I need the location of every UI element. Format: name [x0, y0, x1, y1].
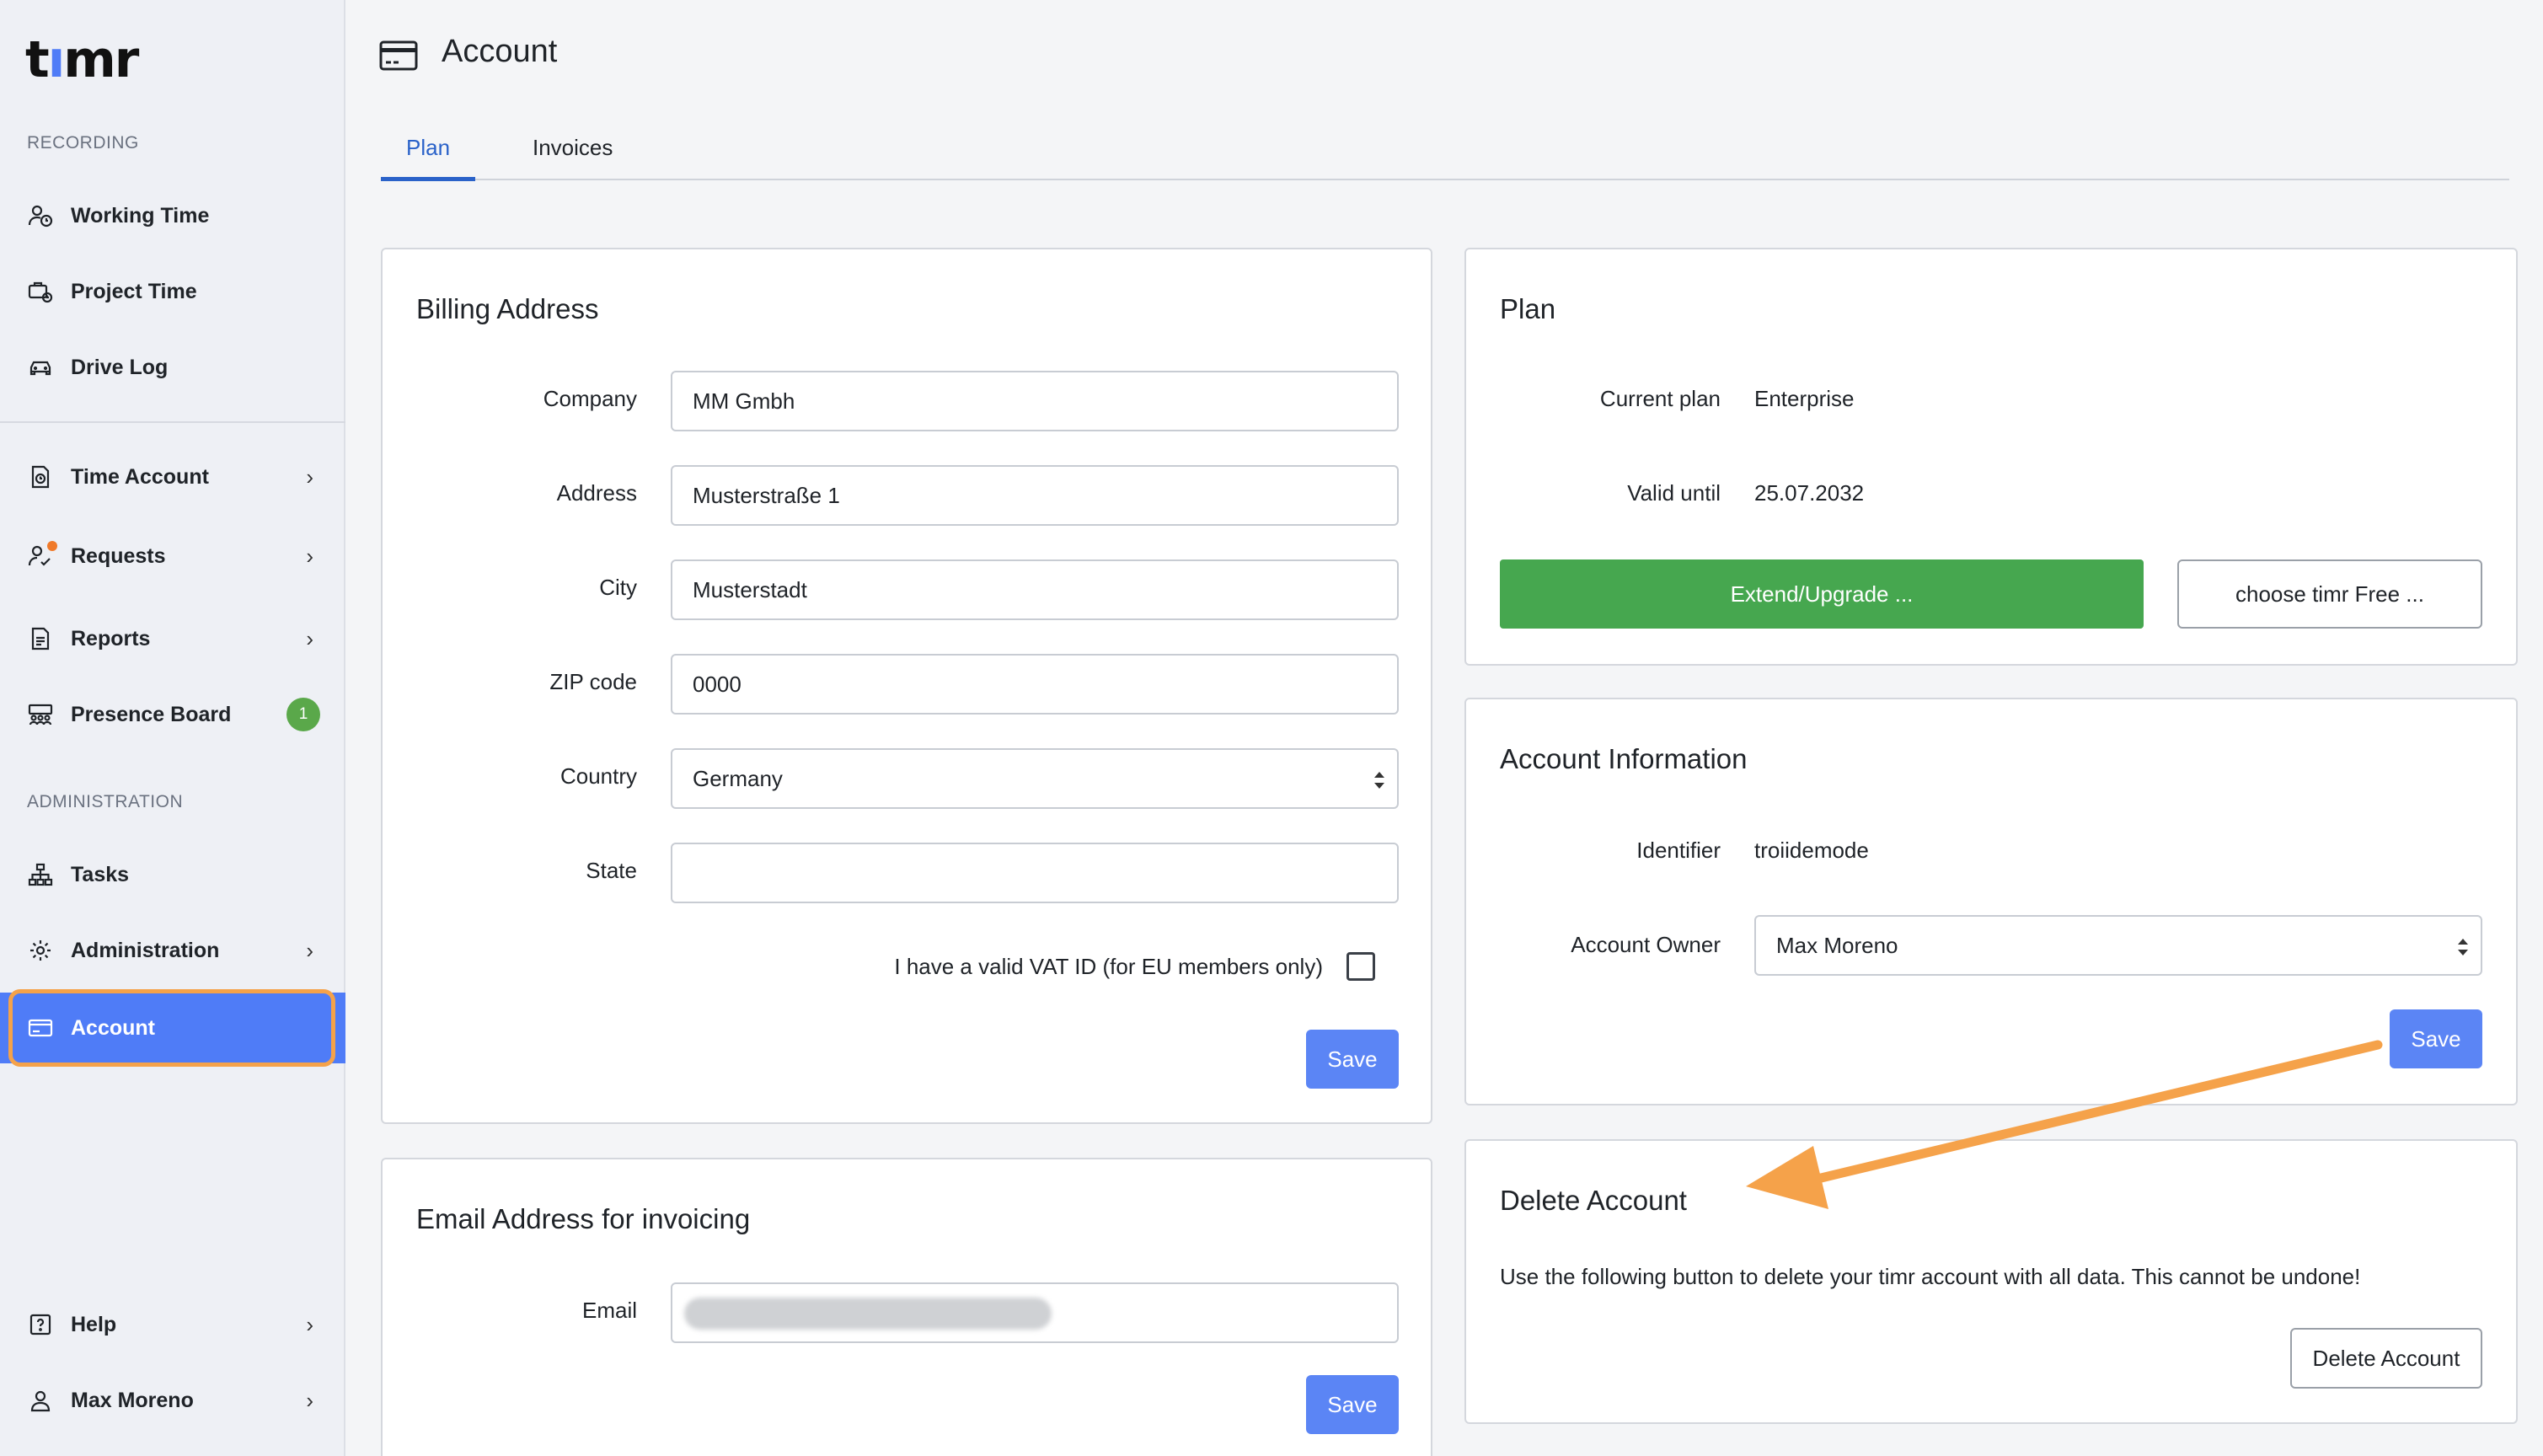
- sidebar-item-label: Time Account: [71, 464, 209, 489]
- address-input[interactable]: Musterstraße 1: [671, 465, 1399, 526]
- choose-free-button[interactable]: choose timr Free ...: [2177, 559, 2482, 629]
- sidebar-item-administration[interactable]: Administration ›: [0, 917, 345, 984]
- sidebar-item-presence-board[interactable]: Presence Board 1: [0, 681, 345, 748]
- sidebar-item-help[interactable]: Help ›: [0, 1291, 345, 1358]
- sidebar-item-label: Presence Board: [71, 702, 232, 726]
- delete-account-button[interactable]: Delete Account: [2290, 1328, 2482, 1389]
- sidebar-item-label: Requests: [71, 543, 166, 568]
- company-label: Company: [543, 386, 637, 411]
- sidebar-item-requests[interactable]: Requests ›: [0, 522, 345, 590]
- report-icon: [27, 625, 54, 652]
- annotation-arrow: [1746, 1040, 2383, 1209]
- sidebar-item-account[interactable]: Account: [0, 993, 345, 1063]
- identifier-value: troiidemode: [1754, 838, 1869, 863]
- notification-dot: [47, 541, 57, 551]
- chevron-right-icon: ›: [306, 1311, 313, 1337]
- city-input[interactable]: Musterstadt: [671, 559, 1399, 620]
- chevron-right-icon: ›: [306, 1387, 313, 1413]
- account-owner-select[interactable]: Max Moreno: [1754, 915, 2482, 976]
- card-title: Billing Address: [416, 293, 599, 324]
- chevron-right-icon: ›: [306, 543, 313, 569]
- sidebar-item-label: Account: [71, 1015, 155, 1040]
- vat-id-checkbox[interactable]: [1346, 952, 1375, 981]
- sidebar: tımr RECORDING Working Time Project Time…: [0, 0, 345, 1456]
- identifier-label: Identifier: [1636, 838, 1721, 863]
- document-clock-icon: [27, 463, 54, 490]
- section-label-administration: ADMINISTRATION: [27, 792, 184, 811]
- help-icon: [27, 1311, 54, 1338]
- sidebar-item-label: Project Time: [71, 279, 197, 303]
- sidebar-item-label: Administration: [71, 938, 220, 962]
- state-label: State: [586, 858, 637, 883]
- sidebar-item-label: Drive Log: [71, 355, 169, 379]
- valid-until-value: 25.07.2032: [1754, 480, 1865, 506]
- user-clock-icon: [27, 202, 54, 229]
- tab-invoices[interactable]: Invoices: [533, 135, 613, 161]
- sidebar-item-user-profile[interactable]: Max Moreno ›: [0, 1367, 345, 1434]
- chevron-right-icon: ›: [306, 625, 313, 651]
- sidebar-item-label: Working Time: [71, 203, 210, 228]
- sidebar-item-label: Help: [71, 1312, 117, 1336]
- sidebar-item-project-time[interactable]: Project Time: [0, 258, 345, 325]
- select-arrows-icon: [2458, 939, 2468, 956]
- card-title: Plan: [1500, 293, 1556, 324]
- city-label: City: [599, 575, 637, 600]
- billing-save-button[interactable]: Save: [1306, 1030, 1399, 1089]
- briefcase-clock-icon: [27, 278, 54, 305]
- sidebar-item-label: Max Moreno: [71, 1388, 194, 1412]
- credit-card-icon: [27, 1014, 54, 1041]
- credit-card-icon: [379, 40, 418, 71]
- sidebar-item-time-account[interactable]: Time Account ›: [0, 443, 345, 511]
- hierarchy-icon: [27, 861, 54, 888]
- timr-logo[interactable]: tımr: [25, 30, 139, 89]
- sidebar-item-label: Tasks: [71, 862, 130, 886]
- gear-icon: [27, 937, 54, 964]
- plan-card: Plan Current plan Enterprise Valid until…: [1464, 248, 2518, 666]
- country-label: Country: [559, 763, 637, 789]
- chevron-right-icon: ›: [306, 937, 313, 963]
- account-owner-label: Account Owner: [1571, 932, 1721, 957]
- card-title: Account Information: [1500, 743, 1748, 774]
- sidebar-item-working-time[interactable]: Working Time: [0, 182, 345, 249]
- account-info-save-button[interactable]: Save: [2390, 1009, 2482, 1068]
- sidebar-item-drive-log[interactable]: Drive Log: [0, 334, 345, 401]
- country-select[interactable]: Germany: [671, 748, 1399, 809]
- chevron-right-icon: ›: [306, 463, 313, 490]
- users-board-icon: [27, 701, 54, 728]
- extend-upgrade-button[interactable]: Extend/Upgrade ...: [1500, 559, 2144, 629]
- zip-label: ZIP code: [549, 669, 637, 694]
- email-input[interactable]: [671, 1282, 1399, 1343]
- section-label-recording: RECORDING: [27, 133, 139, 153]
- billing-address-card: Billing Address Company MM Gmbh Address …: [381, 248, 1432, 1124]
- current-plan-value: Enterprise: [1754, 386, 1855, 411]
- vat-id-label: I have a valid VAT ID (for EU members on…: [894, 954, 1323, 979]
- invoice-email-card: Email Address for invoicing Email Save: [381, 1158, 1432, 1456]
- card-title: Email Address for invoicing: [416, 1203, 751, 1234]
- sidebar-item-tasks[interactable]: Tasks: [0, 841, 345, 908]
- select-arrows-icon: [1374, 772, 1384, 789]
- car-icon: [27, 354, 54, 381]
- tab-bar: Plan Invoices: [381, 126, 2509, 181]
- tab-plan[interactable]: Plan: [406, 135, 450, 161]
- sidebar-item-label: Reports: [71, 626, 151, 650]
- zip-input[interactable]: 0000: [671, 654, 1399, 715]
- address-label: Address: [556, 480, 637, 506]
- valid-until-label: Valid until: [1627, 480, 1721, 506]
- state-input[interactable]: [671, 843, 1399, 903]
- presence-count-badge: 1: [286, 698, 320, 731]
- current-plan-label: Current plan: [1599, 386, 1721, 411]
- active-tab-indicator: [381, 177, 475, 181]
- email-save-button[interactable]: Save: [1306, 1375, 1399, 1434]
- main-content: Account Plan Invoices Billing Address Co…: [347, 0, 2543, 1456]
- card-title: Delete Account: [1500, 1185, 1687, 1216]
- user-icon: [27, 1387, 54, 1414]
- company-input[interactable]: MM Gmbh: [671, 371, 1399, 431]
- sidebar-divider: [0, 421, 345, 423]
- redacted-email: [684, 1298, 1052, 1330]
- email-label: Email: [581, 1298, 637, 1323]
- page-title: Account: [442, 34, 558, 69]
- delete-account-description: Use the following button to delete your …: [1500, 1264, 2361, 1289]
- sidebar-item-reports[interactable]: Reports ›: [0, 605, 345, 672]
